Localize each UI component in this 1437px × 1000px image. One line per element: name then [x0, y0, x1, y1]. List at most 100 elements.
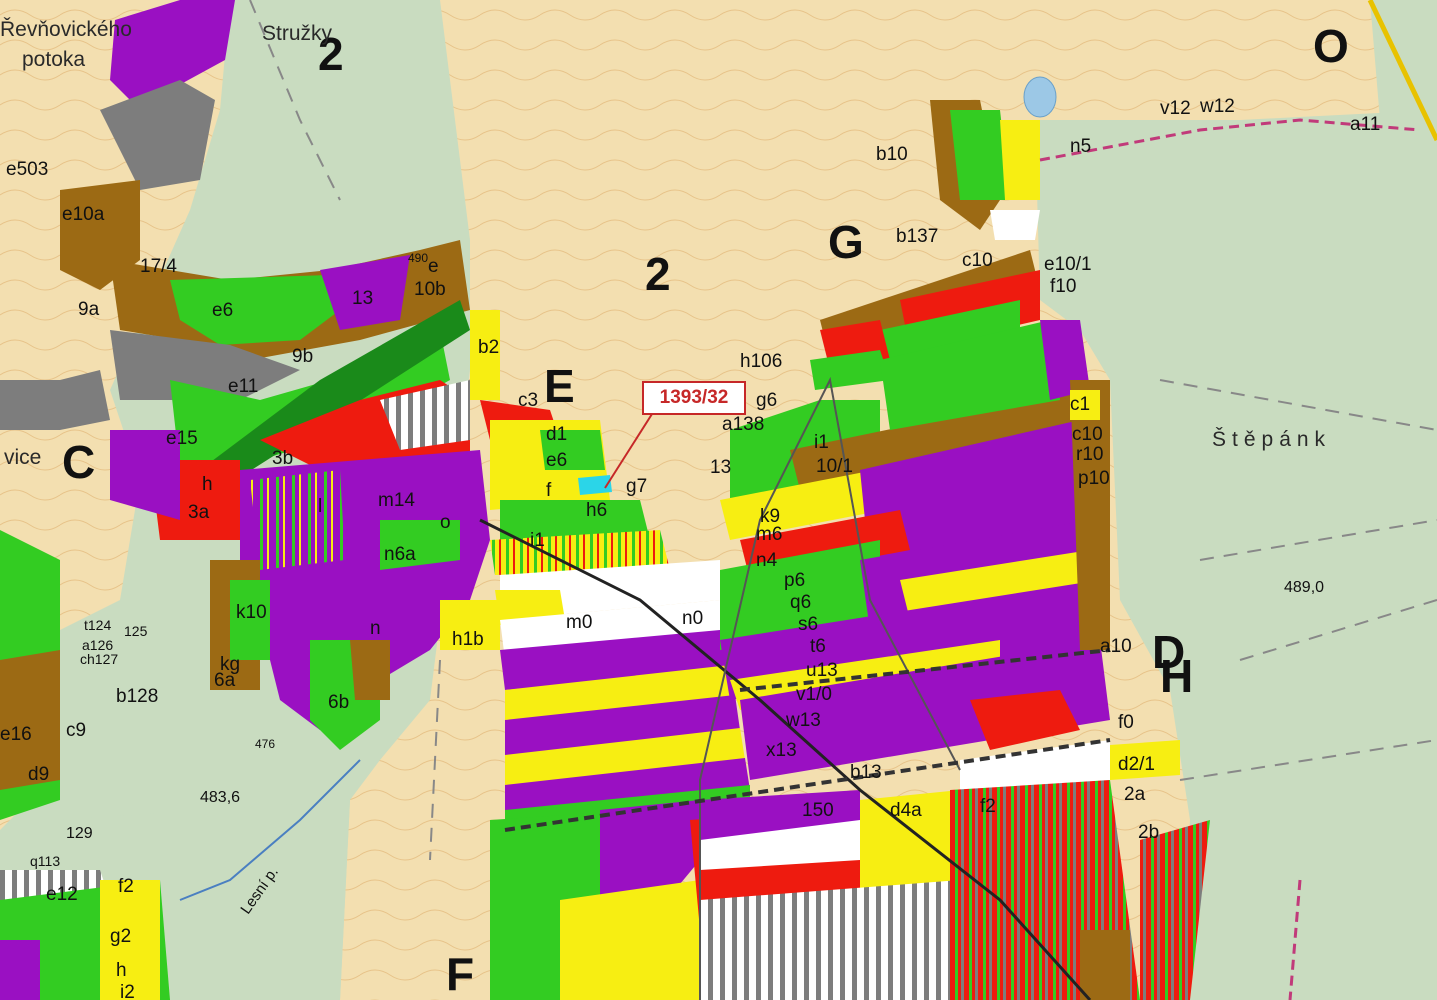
parcel-label: 2a	[1124, 784, 1146, 805]
division-label-h: H	[1160, 650, 1193, 702]
parcel-label: e	[428, 256, 439, 277]
parcel-label: f0	[1118, 712, 1134, 733]
parcel-brown-9	[1080, 930, 1130, 1000]
parcel-label: 6b	[328, 692, 349, 713]
parcel-label: e10/1	[1044, 254, 1092, 275]
parcel-label: o	[440, 512, 451, 533]
parcel-label: q6	[790, 592, 811, 613]
parcel-callout-label: 1393/32	[659, 387, 729, 408]
parcel-label: e503	[6, 159, 48, 180]
parcel-label: 2b	[1138, 822, 1159, 843]
parcel-label: f	[546, 480, 552, 501]
parcel-label: b10	[876, 144, 908, 165]
parcel-label: 17/4	[140, 256, 177, 277]
parcel-label: h106	[740, 351, 782, 372]
parcel-callout-1393-32: 1393/32	[642, 381, 746, 415]
parcel-label: c1	[1070, 394, 1090, 415]
parcel-label: p6	[784, 570, 805, 591]
parcel-sw-purple	[0, 940, 40, 1000]
parcel-label: d2/1	[1118, 754, 1155, 775]
parcel-label: h1b	[452, 629, 484, 650]
parcel-label: e10a	[62, 204, 105, 225]
parcel-label: a10	[1100, 636, 1132, 657]
parcel-label: e6	[546, 450, 567, 471]
division-label-e: E	[544, 360, 575, 412]
place-name-revnovickeho: Řevňovického	[0, 18, 132, 41]
parcel-label: v12	[1160, 98, 1191, 119]
place-name-stepank: Štěpánk	[1212, 428, 1331, 451]
parcel-label: d1	[546, 424, 567, 445]
parcel-label: g2	[110, 926, 131, 947]
contour-label-490: 490	[408, 251, 428, 265]
parcel-label: n6a	[384, 544, 416, 565]
parcel-yellow-s	[560, 880, 700, 1000]
parcel-label: b128	[116, 686, 158, 707]
parcel-label: i2	[120, 982, 135, 1000]
contour-label-476: 476	[255, 737, 275, 751]
parcel-label: q113	[30, 853, 60, 869]
parcel-label: n5	[1070, 136, 1091, 157]
parcel-label: m6	[756, 524, 782, 545]
division-label-o: O	[1313, 20, 1349, 72]
parcel-label: c9	[66, 720, 86, 741]
parcel-label: n	[370, 618, 381, 639]
parcel-label: m14	[378, 490, 415, 511]
parcel-label: a138	[722, 414, 764, 435]
parcel-label: w12	[1199, 96, 1235, 117]
parcel-label: g7	[626, 476, 647, 497]
parcel-label: h	[116, 960, 127, 981]
parcel-label: n4	[756, 550, 778, 571]
parcel-label: e11	[228, 376, 258, 397]
parcel-label: 3b	[272, 448, 293, 469]
parcel-label: d9	[28, 764, 49, 785]
parcel-label: p10	[1078, 468, 1110, 489]
parcel-label: d4a	[890, 800, 922, 821]
parcel-label: x13	[766, 740, 797, 761]
division-label-f: F	[446, 948, 474, 1000]
parcel-label: ch127	[80, 651, 118, 667]
parcel-label: f2	[980, 796, 996, 817]
parcel-label: e16	[0, 724, 32, 745]
parcel-14-stripes	[250, 470, 345, 570]
pond	[1023, 76, 1057, 118]
parcel-label: l	[318, 496, 322, 517]
parcel-label: v1/0	[796, 684, 832, 705]
parcel-label: t124	[84, 617, 111, 633]
parcel-label: t6	[810, 636, 826, 657]
parcel-label: 10/1	[816, 456, 853, 477]
elevation-label-489: 489,0	[1284, 579, 1324, 596]
division-label-g: G	[828, 216, 864, 268]
parcel-label: 6a	[214, 670, 236, 691]
parcel-label: h6	[586, 500, 607, 521]
parcel-label: 9b	[292, 346, 313, 367]
parcel-label: b2	[478, 337, 499, 358]
parcel-d2-yellow	[1000, 120, 1040, 200]
elevation-label-483: 483,6	[200, 789, 240, 806]
parcel-label: a11	[1350, 114, 1380, 135]
division-label-c: C	[62, 436, 95, 488]
parcel-label: e6	[212, 300, 233, 321]
parcel-label: w13	[785, 710, 821, 731]
parcel-label: f2	[118, 876, 134, 897]
parcel-label: c3	[518, 390, 538, 411]
parcel-label: c10	[962, 250, 993, 271]
parcel-label: 3a	[188, 502, 210, 523]
parcel-label: f10	[1050, 276, 1076, 297]
parcel-label: 9a	[78, 299, 100, 320]
division-label-2-center: 2	[645, 248, 671, 300]
parcel-stripes-s1	[700, 880, 960, 1000]
parcel-label: 150	[802, 800, 834, 821]
parcel-label: b13	[850, 762, 882, 783]
place-name-potoka: potoka	[22, 48, 85, 71]
parcel-label: h	[202, 474, 213, 495]
parcel-label: e12	[46, 884, 78, 905]
parcel-label: s6	[798, 614, 818, 635]
parcel-label: 13	[710, 457, 731, 478]
parcel-label: k10	[236, 602, 267, 623]
parcel-label: r10	[1076, 444, 1103, 465]
parcel-label: i1	[530, 530, 545, 551]
parcel-label: 13	[352, 288, 373, 309]
cadastral-forest-map: 2 2 C E G O D H F Řevňovického potoka St…	[0, 0, 1437, 1000]
parcel-label: g6	[756, 390, 777, 411]
parcel-label: i1	[814, 432, 829, 453]
